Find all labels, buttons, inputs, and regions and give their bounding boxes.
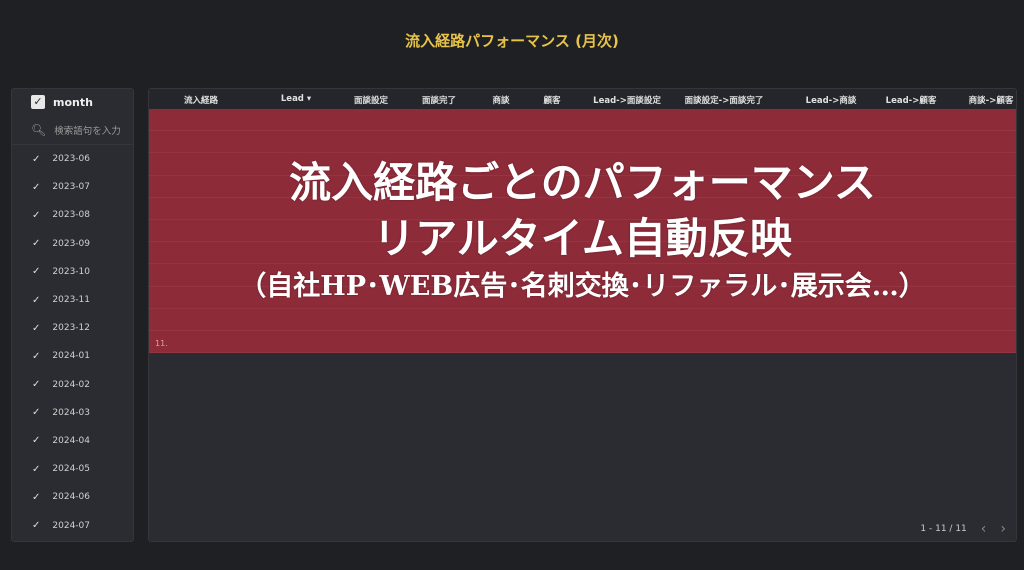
month-label: 2024-07 — [52, 520, 90, 531]
month-option[interactable]: ✓ 2024-02 — [12, 371, 133, 399]
page-title: 流入経路パフォーマンス (月次) — [405, 32, 619, 50]
column-header[interactable]: 面談設定->面談完了 — [685, 94, 764, 106]
month-option[interactable]: ✓ 2023-10 — [12, 258, 133, 286]
month-option[interactable]: ✓ 2023-07 — [12, 173, 133, 201]
column-header[interactable]: 面談設定 — [354, 94, 388, 106]
check-icon: ✓ — [32, 238, 41, 250]
month-label: 2024-05 — [52, 464, 90, 475]
next-page-icon[interactable]: › — [1000, 521, 1006, 537]
column-header[interactable]: 商談->顧客 — [969, 94, 1014, 106]
month-label: 2024-01 — [52, 351, 90, 362]
prev-page-icon[interactable]: ‹ — [981, 521, 987, 537]
column-header[interactable]: Lead->面談設定 — [593, 94, 661, 106]
month-option[interactable]: ✓ 2023-12 — [12, 314, 133, 342]
month-label: 2023-11 — [52, 295, 90, 306]
month-label: 2024-04 — [52, 435, 90, 446]
banner-line-1: 流入経路ごとのパフォーマンス — [289, 158, 876, 207]
month-label: 2024-06 — [52, 492, 90, 503]
column-header[interactable]: Lead->顧客 — [886, 94, 937, 106]
column-header[interactable]: 商談 — [492, 94, 509, 106]
check-icon: ✓ — [32, 463, 41, 475]
month-option[interactable]: ✓ 2024-06 — [12, 483, 133, 511]
table-header: 流入経路 Lead ▾ 面談設定 面談完了 商談 顧客 Lead->面談設定 面談設定->面談… — [149, 89, 1016, 109]
check-icon: ✓ — [32, 322, 41, 334]
pagination-label: 1 - 11 / 11 — [920, 524, 967, 534]
month-label: 2023-12 — [52, 323, 90, 334]
month-label: 2023-09 — [52, 238, 90, 249]
check-icon: ✓ — [32, 491, 41, 503]
month-option[interactable]: ✓ 2023-08 — [12, 201, 133, 229]
checkbox-icon[interactable]: ✓ — [31, 95, 45, 109]
month-option[interactable]: ✓ 2023-11 — [12, 286, 133, 314]
banner-line-2: リアルタイム自動反映 — [373, 214, 792, 263]
column-header[interactable]: 面談完了 — [422, 94, 456, 106]
check-icon: ✓ — [32, 153, 41, 165]
check-icon: ✓ — [32, 435, 41, 447]
check-icon: ✓ — [32, 209, 41, 221]
column-header[interactable]: 顧客 — [543, 94, 560, 106]
filter-header: month — [53, 95, 93, 109]
month-label: 2023-07 — [52, 182, 90, 193]
check-icon: ✓ — [32, 294, 41, 306]
check-icon: ✓ — [32, 350, 41, 362]
promo-banner-overlay: 流入経路ごとのパフォーマンス リアルタイム自動反映 （自社HP･WEB広告･名刺… — [149, 109, 1016, 353]
month-label: 2023-08 — [52, 210, 90, 221]
check-icon: ✓ — [32, 379, 41, 391]
column-header[interactable]: Lead->商談 — [806, 94, 857, 106]
select-all-month[interactable]: ✓ month — [12, 89, 133, 115]
month-label: 2023-10 — [52, 266, 90, 277]
data-table: 流入経路 Lead ▾ 面談設定 面談完了 商談 顧客 Lead->面談設定 面談設定->面談… — [148, 88, 1017, 542]
month-option[interactable]: ✓ 2024-01 — [12, 342, 133, 370]
month-option[interactable]: ✓ 2024-03 — [12, 399, 133, 427]
month-label: 2023-06 — [52, 154, 90, 165]
search-icon: 🔍︎ — [31, 122, 47, 137]
check-icon: ✓ — [32, 266, 41, 278]
column-header[interactable]: 流入経路 — [184, 94, 218, 106]
month-option[interactable]: ✓ 2023-09 — [12, 230, 133, 258]
check-icon: ✓ — [32, 520, 41, 532]
month-label: 2024-02 — [52, 379, 90, 390]
column-header[interactable]: Lead ▾ — [281, 94, 311, 104]
month-option[interactable]: ✓ 2023-06 — [12, 145, 133, 173]
month-option[interactable]: ✓ 2024-05 — [12, 455, 133, 483]
month-option[interactable]: ✓ 2024-07 — [12, 511, 133, 539]
month-option[interactable]: ✓ 2024-04 — [12, 427, 133, 455]
search-placeholder: 検索語句を入力 — [54, 125, 121, 137]
check-icon: ✓ — [32, 181, 41, 193]
month-label: 2024-03 — [52, 407, 90, 418]
check-icon: ✓ — [32, 407, 41, 419]
month-filter-sidebar: ✓ month 🔍︎ 検索語句を入力 ✓ 2023-06 ✓ 2023-07 ✓ 2023-0… — [11, 88, 134, 542]
banner-line-3: （自社HP･WEB広告･名刺交換･リファラル･展示会…） — [239, 271, 926, 302]
pagination: 1 - 11 / 11 ‹ › — [920, 521, 1006, 537]
search-input[interactable]: 🔍︎ 検索語句を入力 — [12, 115, 133, 145]
